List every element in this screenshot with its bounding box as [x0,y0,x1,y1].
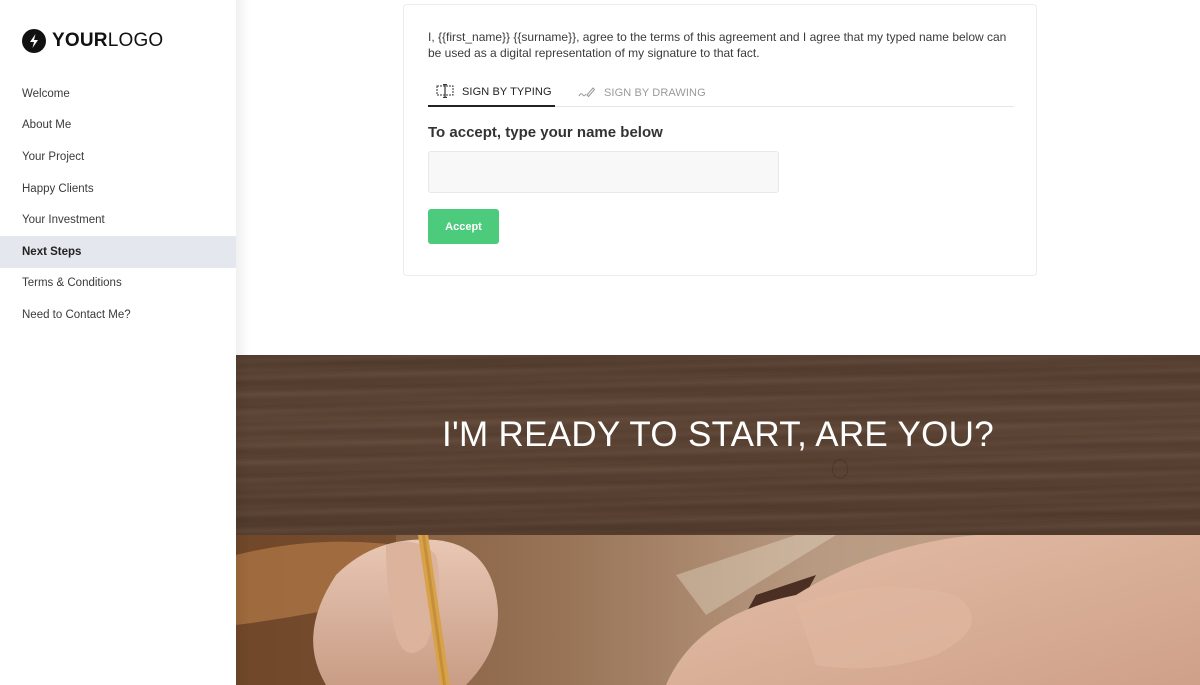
logo-text-light: LOGO [107,30,164,51]
logo-text: YOURLOGO [52,30,163,52]
sidebar-item-label: Happy Clients [22,182,94,195]
tab-label: SIGN BY DRAWING [604,87,706,99]
sidebar: YOURLOGO Welcome About Me Your Project H… [0,0,236,685]
agreement-text: I, {{first_name}} {{surname}}, agree to … [428,30,1007,60]
sidebar-item-label: Need to Contact Me? [22,308,131,321]
tab-sign-by-drawing[interactable]: SIGN BY DRAWING [578,79,706,107]
tab-sign-by-typing[interactable]: SIGN BY TYPING [428,79,555,107]
banner-title: I'M READY TO START, ARE YOU? [442,415,994,454]
sidebar-item-label: Your Project [22,150,85,163]
sidebar-item-contact[interactable]: Need to Contact Me? [0,299,236,331]
cta-banner: I'M READY TO START, ARE YOU? [236,355,1200,535]
sidebar-item-label: Your Investment [22,214,105,227]
sidebar-item-next-steps[interactable]: Next Steps [0,235,236,268]
sidebar-shadow [236,0,250,685]
sidebar-item-label: Terms & Conditions [22,277,122,290]
sidebar-item-label: Welcome [22,87,70,100]
woodworking-photo [236,535,1200,685]
sidebar-item-your-project[interactable]: Your Project [0,141,236,173]
hero-photo [236,535,1200,685]
sidebar-item-label: About Me [22,119,72,132]
accept-button[interactable]: Accept [428,209,499,244]
sidebar-item-label: Next Steps [22,245,82,258]
pen-signature-icon [578,86,604,101]
sidebar-item-happy-clients[interactable]: Happy Clients [0,173,236,205]
wood-knot [832,459,848,479]
logo[interactable]: YOURLOGO [22,29,163,53]
tab-label: SIGN BY TYPING [462,86,552,98]
signature-tabs: SIGN BY TYPING SIGN BY DRAWING [428,79,1014,107]
sidebar-item-your-investment[interactable]: Your Investment [0,204,236,236]
sidebar-item-terms-conditions[interactable]: Terms & Conditions [0,268,236,300]
logo-text-bold: YOUR [52,30,108,51]
accept-heading: To accept, type your name below [428,124,663,141]
text-cursor-icon [436,83,462,101]
sidebar-nav: Welcome About Me Your Project Happy Clie… [0,78,236,331]
lightning-bolt-icon [22,29,46,53]
typed-name-input[interactable] [428,151,779,193]
sidebar-item-welcome[interactable]: Welcome [0,78,236,110]
signature-card: I, {{first_name}} {{surname}}, agree to … [403,4,1037,276]
main-content: I, {{first_name}} {{surname}}, agree to … [236,0,1200,685]
sidebar-item-about-me[interactable]: About Me [0,110,236,142]
